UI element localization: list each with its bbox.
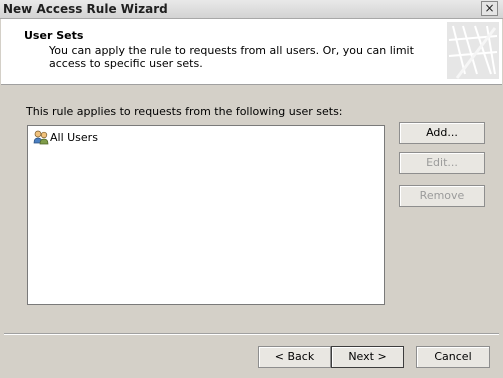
add-button[interactable]: Add... <box>399 122 485 144</box>
cancel-button[interactable]: Cancel <box>416 346 490 368</box>
page-description: You can apply the rule to requests from … <box>49 44 414 70</box>
page-title: User Sets <box>24 29 84 42</box>
back-button[interactable]: < Back <box>258 346 331 368</box>
window-title: New Access Rule Wizard <box>3 2 168 16</box>
edit-button[interactable]: Edit... <box>399 152 485 174</box>
user-sets-list[interactable]: All Users <box>27 125 385 305</box>
close-button[interactable]: × <box>481 1 498 16</box>
wizard-header: User Sets You can apply the rule to requ… <box>1 19 502 85</box>
list-item-label: All Users <box>50 130 98 144</box>
list-item[interactable]: All Users <box>33 129 98 145</box>
users-icon <box>33 130 49 145</box>
intro-label: This rule applies to requests from the f… <box>26 105 343 118</box>
next-button[interactable]: Next > <box>331 346 404 368</box>
title-bar: New Access Rule Wizard × <box>0 0 503 19</box>
remove-button[interactable]: Remove <box>399 185 485 207</box>
footer-separator <box>4 333 499 335</box>
wizard-graphic-icon <box>447 22 499 79</box>
